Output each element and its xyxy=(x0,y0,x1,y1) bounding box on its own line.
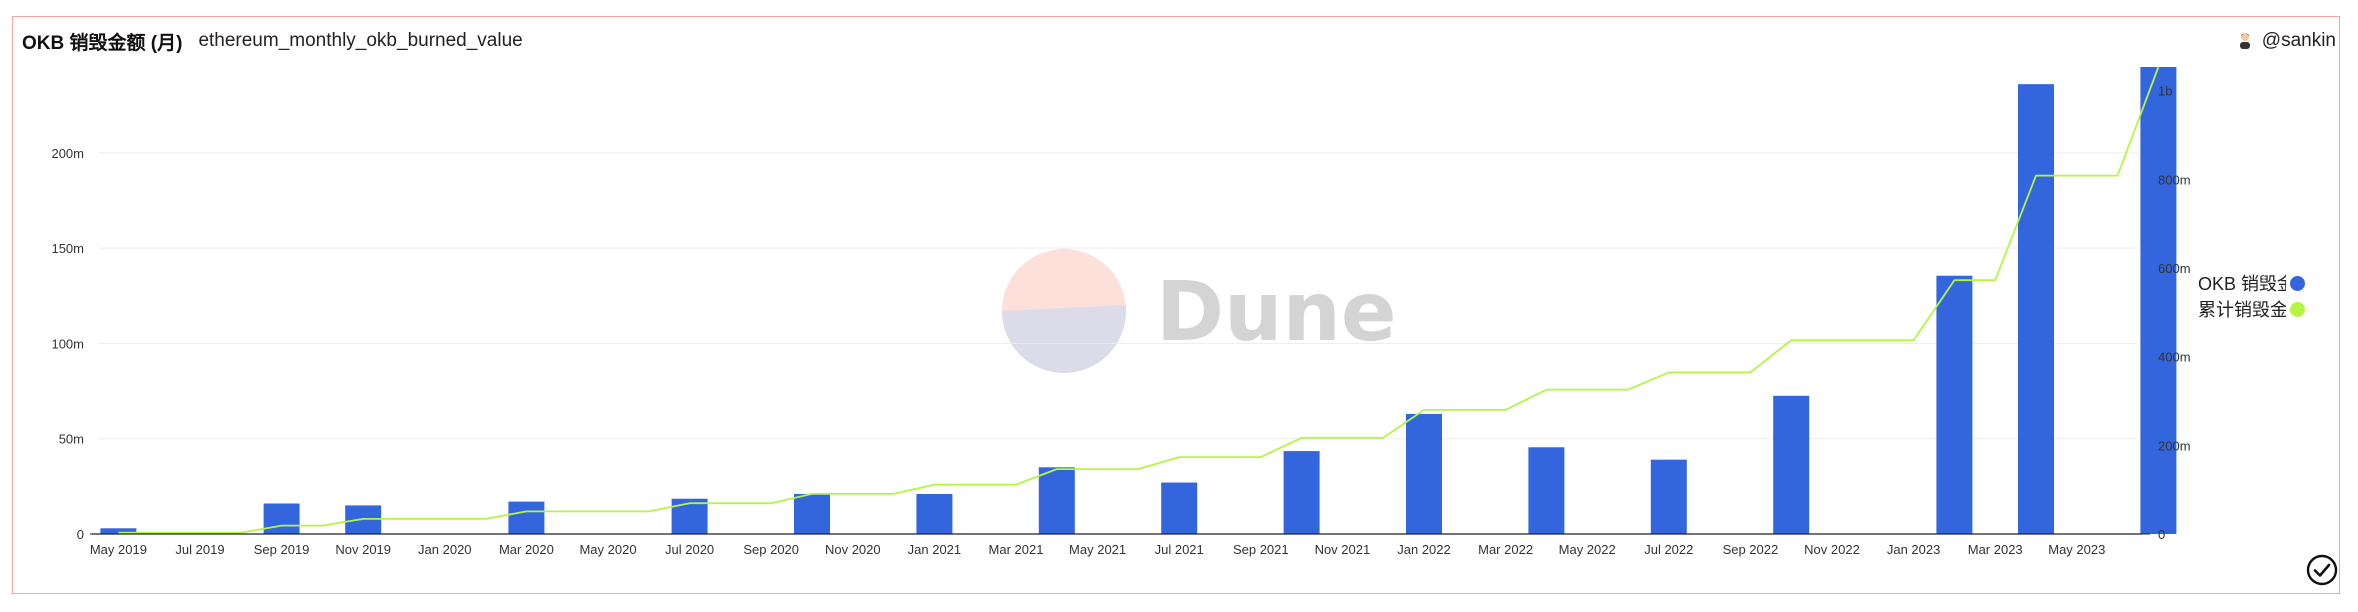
bar xyxy=(916,493,953,534)
bar xyxy=(508,501,545,534)
chart-canvas: Dune 0 50m 100m 150m 200m 0 200m 400m 600m 800m 1b… xyxy=(51,66,2191,557)
x-tick-label: May 2021 xyxy=(1069,542,1126,557)
x-tick-label: Sep 2022 xyxy=(1723,542,1779,557)
bar xyxy=(1161,482,1198,534)
cumulative-line xyxy=(118,66,2160,534)
x-tick-label: Jul 2022 xyxy=(1644,542,1693,557)
x-tick-label: May 2022 xyxy=(1559,542,1616,557)
chart-legend: OKB 销毁金 累计销毁金 xyxy=(2198,270,2305,322)
bar xyxy=(1773,395,1810,534)
bar xyxy=(1528,447,1565,534)
x-tick-label: Nov 2019 xyxy=(335,542,391,557)
check-circle-icon[interactable] xyxy=(2306,554,2338,586)
x-tick-label: Sep 2020 xyxy=(743,542,799,557)
x-tick-label: Mar 2021 xyxy=(989,542,1044,557)
bar xyxy=(2018,84,2054,535)
x-tick-label: Jan 2023 xyxy=(1887,542,1941,557)
y-right-tick-label: 600m xyxy=(2158,261,2191,276)
y-left-tick-label: 150m xyxy=(51,241,84,256)
bar xyxy=(1936,275,1973,534)
legend-dot-icon xyxy=(2290,301,2305,317)
y-right-tick-label: 400m xyxy=(2158,350,2191,365)
y-left-tick-label: 200m xyxy=(51,146,84,161)
dune-watermark: Dune xyxy=(1002,249,1396,373)
x-tick-label: May 2023 xyxy=(2048,542,2105,557)
legend-dot-icon xyxy=(2290,275,2305,291)
bar xyxy=(1283,451,1320,534)
watermark-text: Dune xyxy=(1156,265,1396,360)
y-left-tick-label: 0 xyxy=(77,527,84,542)
y-right-tick-label: 1b xyxy=(2158,84,2172,99)
x-tick-label: Mar 2022 xyxy=(1478,542,1533,557)
x-tick-label: Nov 2020 xyxy=(825,542,881,557)
x-tick-label: Jan 2020 xyxy=(418,542,472,557)
x-tick-label: Jul 2019 xyxy=(175,542,224,557)
line-series xyxy=(118,66,2160,534)
x-tick-label: Nov 2021 xyxy=(1315,542,1371,557)
legend-item-burned[interactable]: OKB 销毁金 xyxy=(2198,270,2305,296)
bar xyxy=(1650,459,1687,534)
bar xyxy=(794,493,830,534)
x-tick-label: Nov 2022 xyxy=(1804,542,1860,557)
x-tick-label: Mar 2023 xyxy=(1968,542,2023,557)
x-tick-label: May 2019 xyxy=(90,542,147,557)
y-left-tick-label: 50m xyxy=(59,432,84,447)
legend-item-cumulative[interactable]: 累计销毁金 xyxy=(2198,296,2305,322)
bar xyxy=(2140,67,2177,534)
x-tick-label: Mar 2020 xyxy=(499,542,554,557)
y-right-tick-label: 200m xyxy=(2158,438,2191,453)
x-tick-label: Sep 2019 xyxy=(254,542,310,557)
y-right-tick-label: 0 xyxy=(2158,527,2165,542)
y-right-tick-label: 800m xyxy=(2158,172,2191,187)
legend-label: OKB 销毁金 xyxy=(2198,274,2286,294)
bar-series xyxy=(100,67,2177,535)
watermark-logo-lower xyxy=(1002,305,1126,373)
bar xyxy=(263,503,300,534)
x-tick-label: Jul 2021 xyxy=(1155,542,1204,557)
bar xyxy=(1406,413,1442,534)
x-tick-label: May 2020 xyxy=(579,542,636,557)
x-tick-label: Jan 2022 xyxy=(1397,542,1451,557)
x-tick-label: Sep 2021 xyxy=(1233,542,1289,557)
x-tick-label: Jul 2020 xyxy=(665,542,714,557)
y-left-tick-label: 100m xyxy=(51,336,84,351)
x-tick-label: Jan 2021 xyxy=(908,542,962,557)
legend-label: 累计销毁金 xyxy=(2198,300,2286,320)
bar xyxy=(1038,467,1075,534)
